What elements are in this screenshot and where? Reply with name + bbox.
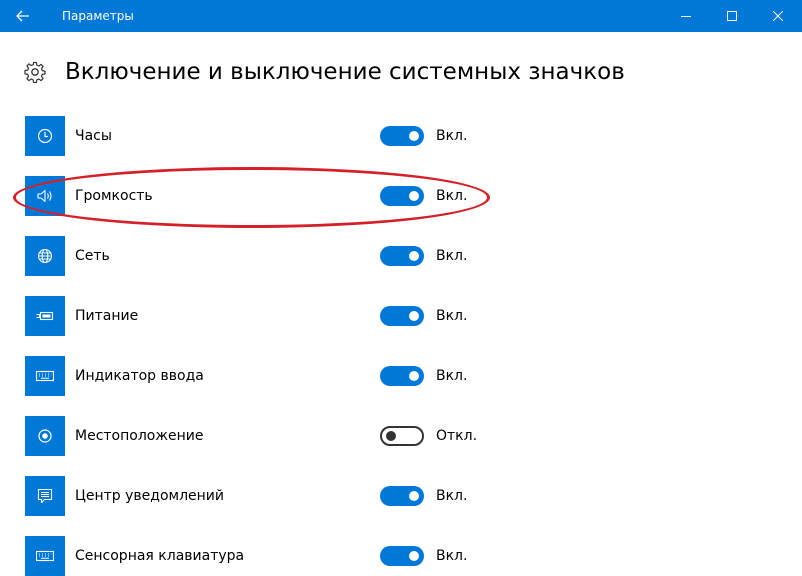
globe-icon	[37, 248, 53, 264]
keyboard-icon	[36, 550, 54, 562]
setting-label: Громкость	[75, 188, 153, 204]
toggle-state-label: Вкл.	[436, 188, 468, 204]
setting-row-location: Местоположение Откл.	[0, 416, 802, 456]
tile-power	[25, 296, 65, 336]
setting-label: Центр уведомлений	[75, 488, 224, 504]
toggle-volume[interactable]	[380, 186, 424, 206]
toggle-state-label: Вкл.	[436, 128, 468, 144]
toggle-location[interactable]	[380, 426, 424, 446]
window-title: Параметры	[62, 9, 134, 23]
action-center-icon	[37, 488, 53, 504]
toggle-knob	[409, 371, 419, 381]
toggle-input-indicator[interactable]	[380, 366, 424, 386]
toggle-network[interactable]	[380, 246, 424, 266]
setting-row-clock: Часы Вкл.	[0, 116, 802, 156]
toggle-touch-keyboard[interactable]	[380, 546, 424, 566]
tile-input-indicator	[25, 356, 65, 396]
toggle-knob	[409, 491, 419, 501]
setting-row-power: Питание Вкл.	[0, 296, 802, 336]
setting-row-action-center: Центр уведомлений Вкл.	[0, 476, 802, 516]
back-button[interactable]	[0, 0, 46, 32]
toggle-clock[interactable]	[380, 126, 424, 146]
setting-label: Сеть	[75, 248, 110, 264]
setting-label: Питание	[75, 308, 139, 324]
setting-label: Сенсорная клавиатура	[75, 548, 245, 564]
tile-clock	[25, 116, 65, 156]
battery-icon	[36, 311, 54, 321]
toggle-state-label: Вкл.	[436, 248, 468, 264]
toggle-state-label: Вкл.	[436, 368, 468, 384]
location-icon	[38, 429, 52, 443]
toggle-state-label: Вкл.	[436, 488, 468, 504]
toggle-action-center[interactable]	[380, 486, 424, 506]
title-bar: Параметры	[0, 0, 802, 32]
setting-label: Индикатор ввода	[75, 368, 204, 384]
minimize-icon	[681, 16, 691, 17]
minimize-button[interactable]	[663, 0, 709, 32]
tile-action-center	[25, 476, 65, 516]
tile-volume	[25, 176, 65, 216]
toggle-knob	[409, 191, 419, 201]
toggle-knob	[409, 251, 419, 261]
toggle-knob	[409, 311, 419, 321]
toggle-knob	[386, 431, 396, 441]
tile-touch-keyboard	[25, 536, 65, 576]
setting-row-touch-keyboard: Сенсорная клавиатура Вкл.	[0, 536, 802, 576]
toggle-knob	[409, 551, 419, 561]
setting-label: Часы	[75, 128, 112, 144]
setting-label: Местоположение	[75, 428, 204, 444]
setting-row-input-indicator: Индикатор ввода Вкл.	[0, 356, 802, 396]
arrow-left-icon	[16, 10, 29, 22]
setting-row-volume: Громкость Вкл.	[0, 176, 802, 216]
page-title: Включение и выключение системных значков	[65, 59, 625, 85]
maximize-button[interactable]	[709, 0, 755, 32]
clock-icon	[37, 128, 53, 144]
toggle-state-label: Вкл.	[436, 548, 468, 564]
speaker-icon	[37, 189, 52, 203]
tile-location	[25, 416, 65, 456]
tile-network	[25, 236, 65, 276]
setting-row-network: Сеть Вкл.	[0, 236, 802, 276]
keyboard-icon	[36, 370, 54, 382]
maximize-icon	[727, 11, 737, 21]
close-button[interactable]	[755, 0, 801, 32]
gear-icon	[24, 61, 46, 83]
toggle-state-label: Вкл.	[436, 308, 468, 324]
toggle-power[interactable]	[380, 306, 424, 326]
toggle-state-label: Откл.	[436, 428, 478, 444]
close-icon	[773, 11, 783, 21]
toggle-knob	[409, 131, 419, 141]
